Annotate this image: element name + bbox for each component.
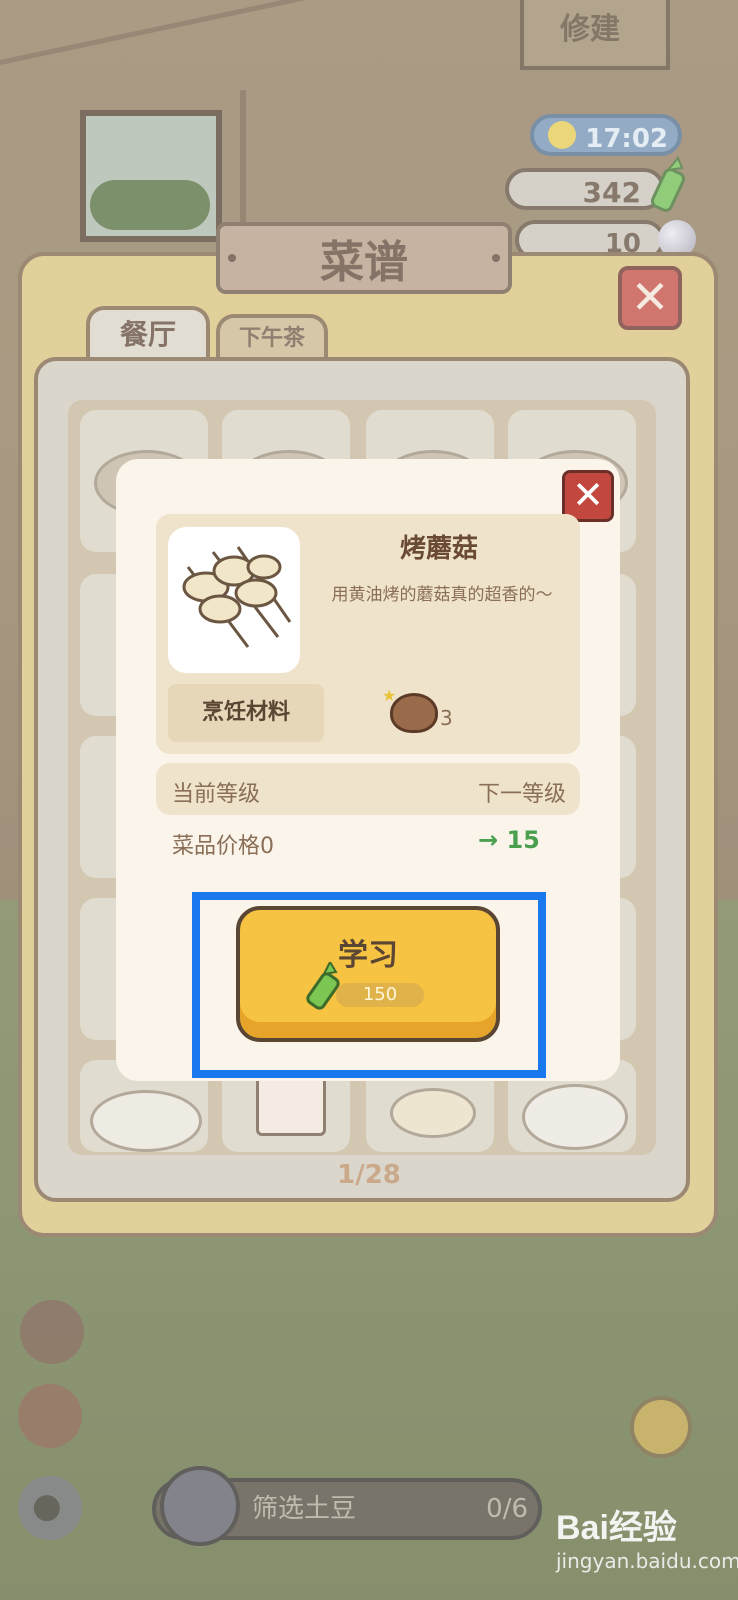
close-icon: ✕ [572,473,604,517]
ingredient-count: 3 [440,706,453,730]
next-level-label: 下一等级 [477,782,566,807]
learn-button[interactable] [236,906,500,1042]
dish-image [168,527,300,673]
next-price-value: 15 [506,826,540,854]
mushroom-icon [390,693,438,733]
grilled-mushroom-icon [182,546,292,648]
current-level-label: 当前等级 [172,782,261,807]
price-label: 菜品价格0 [172,834,274,859]
learn-button-label: 学习 [338,938,398,973]
ingredients-label: 烹饪材料 [201,700,290,725]
dish-description: 用黄油烤的蘑菇真的超香的～ [331,585,553,605]
learn-cost: 150 [336,983,424,1007]
next-price: → 15 [478,826,540,854]
bamboo-icon [306,962,340,1010]
star-icon: ★ [382,686,397,705]
arrow-right-icon: → [478,826,507,854]
dish-name: 烤蘑菇 [399,534,478,564]
